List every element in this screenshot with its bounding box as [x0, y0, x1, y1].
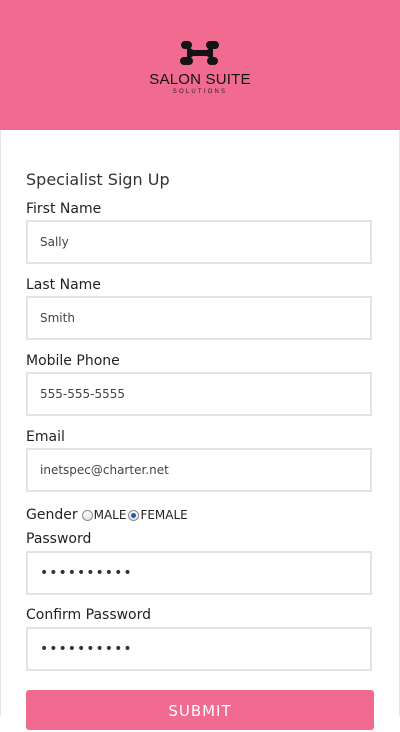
password-label: Password — [26, 531, 92, 547]
first-name-input[interactable] — [26, 220, 372, 264]
confirm-password-label: Confirm Password — [26, 607, 152, 623]
brand-logo: SALON SUITE SOLUTIONS — [0, 38, 400, 95]
gender-field: Gender MALE FEMALE — [26, 505, 188, 525]
form-panel-border-left — [0, 130, 1, 716]
brand-tagline: SOLUTIONS — [172, 89, 228, 95]
header-banner: SALON SUITE SOLUTIONS — [0, 0, 400, 130]
gender-female-label[interactable]: FEMALE — [140, 508, 187, 522]
gender-female-radio[interactable] — [128, 509, 140, 521]
confirm-password-input[interactable]: •••••••••• — [26, 627, 372, 671]
last-name-input[interactable] — [26, 296, 372, 340]
mobile-phone-label: Mobile Phone — [26, 353, 120, 369]
gender-male-radio[interactable] — [81, 509, 93, 521]
email-input[interactable] — [26, 448, 372, 492]
last-name-label: Last Name — [26, 277, 101, 293]
email-label: Email — [26, 429, 65, 445]
password-input[interactable]: •••••••••• — [26, 551, 372, 595]
brand-name: SALON SUITE — [149, 71, 251, 88]
gender-male-label[interactable]: MALE — [94, 508, 127, 522]
gender-label: Gender — [26, 507, 78, 523]
first-name-label: First Name — [26, 201, 102, 217]
salon-suite-logo-icon — [180, 41, 219, 65]
submit-button[interactable]: SUBMIT — [26, 690, 374, 730]
mobile-phone-input[interactable] — [26, 372, 372, 416]
form-title: Specialist Sign Up — [26, 170, 170, 189]
